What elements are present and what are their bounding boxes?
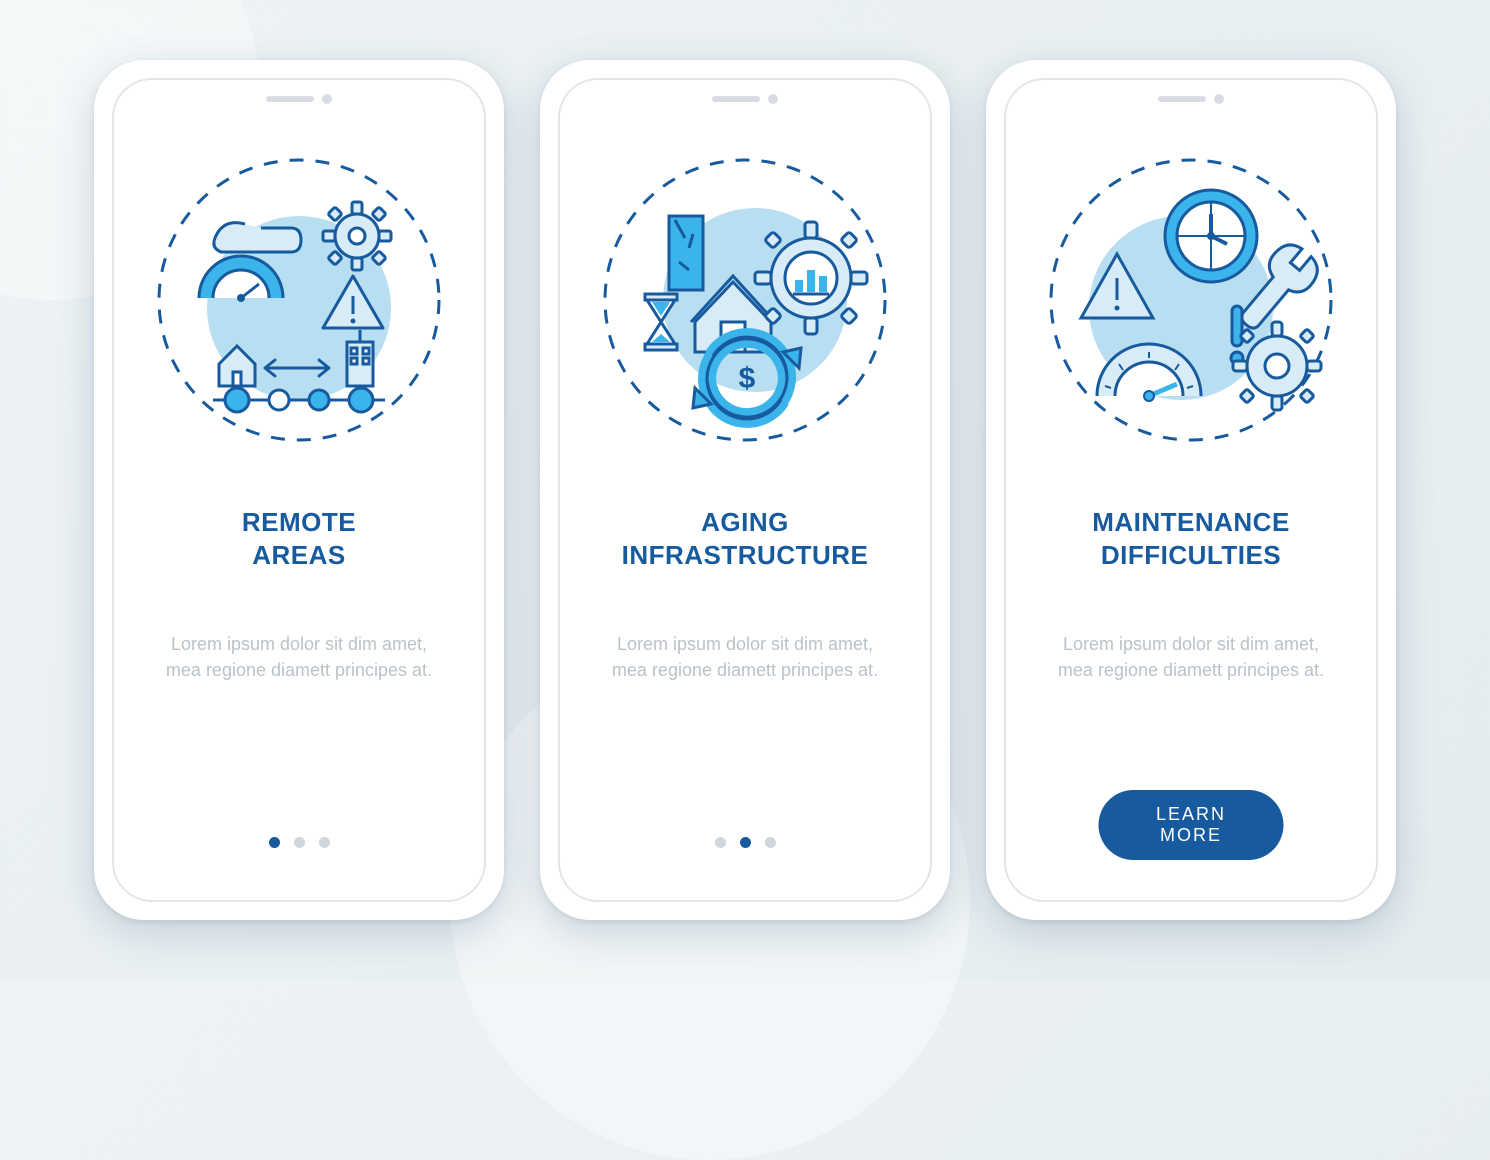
phone-notch bbox=[712, 94, 778, 104]
dot[interactable] bbox=[269, 837, 280, 848]
phone-mockup-1: REMOTE AREAS Lorem ipsum dolor sit dim a… bbox=[94, 60, 504, 920]
screen-title: REMOTE AREAS bbox=[242, 506, 356, 571]
phone-mockup-2: $ AGING INFRASTRUCTURE Lorem ipsum dolor… bbox=[540, 60, 950, 920]
dot[interactable] bbox=[294, 837, 305, 848]
screen-title: AGING INFRASTRUCTURE bbox=[622, 506, 869, 571]
speaker-slot bbox=[266, 96, 314, 102]
speaker-slot bbox=[712, 96, 760, 102]
dot[interactable] bbox=[765, 837, 776, 848]
phone-mockup-3: MAINTENANCE DIFFICULTIES Lorem ipsum dol… bbox=[986, 60, 1396, 920]
camera-dot bbox=[322, 94, 332, 104]
phone-screen: REMOTE AREAS Lorem ipsum dolor sit dim a… bbox=[112, 78, 486, 902]
dot[interactable] bbox=[740, 837, 751, 848]
screen-body: Lorem ipsum dolor sit dim amet, mea regi… bbox=[1006, 631, 1376, 683]
phone-screen: $ AGING INFRASTRUCTURE Lorem ipsum dolor… bbox=[558, 78, 932, 902]
page-indicator bbox=[114, 837, 484, 848]
screen-body: Lorem ipsum dolor sit dim amet, mea regi… bbox=[114, 631, 484, 683]
aging-infrastructure-icon: $ bbox=[595, 150, 895, 450]
phone-notch bbox=[266, 94, 332, 104]
phone-notch bbox=[1158, 94, 1224, 104]
camera-dot bbox=[1214, 94, 1224, 104]
learn-more-button[interactable]: LEARN MORE bbox=[1099, 790, 1284, 860]
remote-areas-icon bbox=[149, 150, 449, 450]
phone-screen: MAINTENANCE DIFFICULTIES Lorem ipsum dol… bbox=[1004, 78, 1378, 902]
svg-text:$: $ bbox=[739, 362, 756, 395]
camera-dot bbox=[768, 94, 778, 104]
screen-title: MAINTENANCE DIFFICULTIES bbox=[1092, 506, 1290, 571]
page-indicator bbox=[560, 837, 930, 848]
phone-row: REMOTE AREAS Lorem ipsum dolor sit dim a… bbox=[0, 60, 1490, 920]
dot[interactable] bbox=[319, 837, 330, 848]
speaker-slot bbox=[1158, 96, 1206, 102]
screen-body: Lorem ipsum dolor sit dim amet, mea regi… bbox=[560, 631, 930, 683]
maintenance-difficulties-icon bbox=[1041, 150, 1341, 450]
dot[interactable] bbox=[715, 837, 726, 848]
